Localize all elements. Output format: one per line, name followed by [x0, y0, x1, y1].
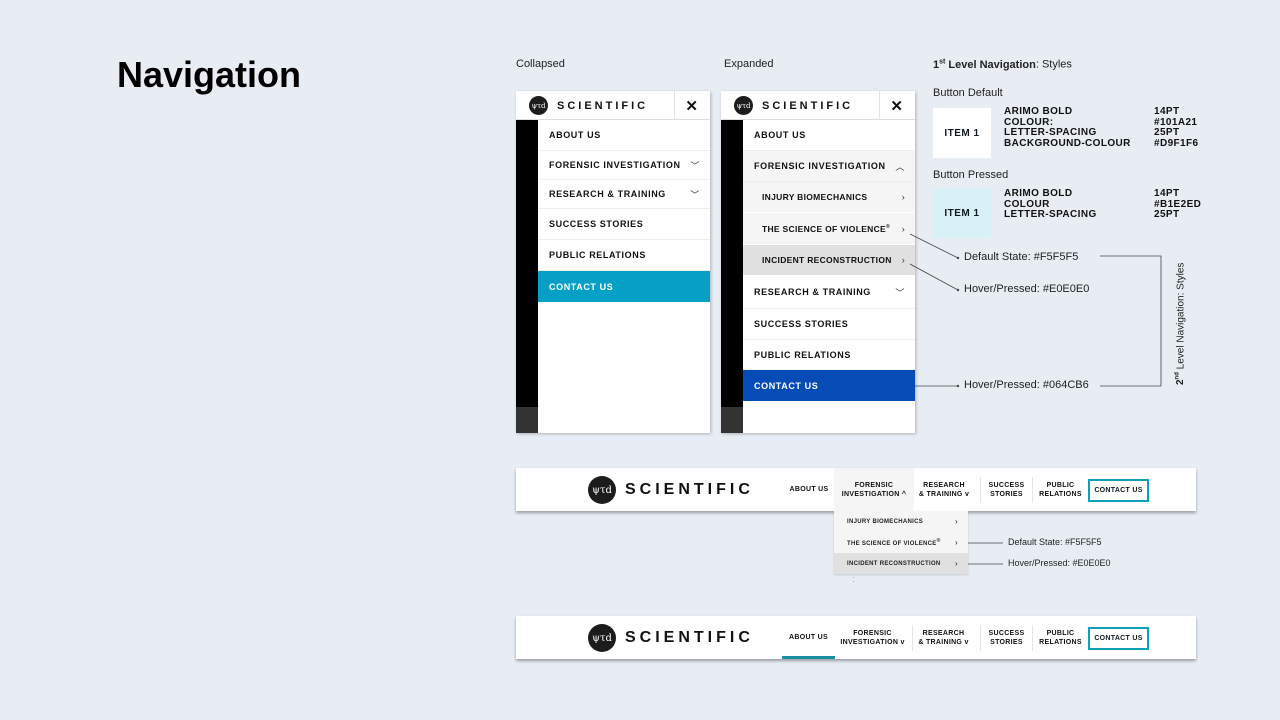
- annotation-lines: [909, 233, 1162, 565]
- annotation-default-state: Default State: #F5F5F5: [964, 251, 1079, 263]
- nav-research-training[interactable]: RESEARCH & TRAINING v: [914, 468, 974, 511]
- dropdown-item-injury-biomechanics[interactable]: INJURY BIOMECHANICS ›: [834, 511, 968, 532]
- annotation-hover-blue: Hover/Pressed: #064CB6: [964, 379, 1089, 391]
- annotation-hover-grey: Hover/Pressed: #E0E0E0: [964, 283, 1090, 295]
- chevron-down-icon: v: [964, 639, 969, 646]
- more-indicator: · ·: [852, 573, 855, 586]
- desktop-nav-about-active: ψτd SCIENTIFIC ABOUT US FORENSIC INVESTIG…: [516, 616, 1196, 659]
- dropdown-item-incident-reconstruction[interactable]: INCIDENT RECONSTRUCTION ›: [834, 553, 968, 574]
- brand-name: SCIENTIFIC: [625, 481, 754, 498]
- brand-logo[interactable]: ψτd SCIENTIFIC: [588, 624, 754, 652]
- dropdown-annotation-hover: Hover/Pressed: #E0E0E0: [1008, 558, 1111, 568]
- nav-forensic-investigation[interactable]: FORENSIC INVESTIGATION v: [835, 616, 910, 659]
- desktop-nav-forensic-open: ψτd SCIENTIFIC ABOUT US FORENSIC INVESTIG…: [516, 468, 1196, 511]
- chevron-up-icon: ^: [901, 490, 907, 498]
- logo-icon: ψτd: [588, 476, 616, 504]
- nav-public-relations[interactable]: PUBLIC RELATIONS: [1032, 477, 1088, 503]
- nav-success-stories[interactable]: SUCCESS STORIES: [980, 625, 1032, 651]
- chevron-right-icon: ›: [955, 517, 958, 526]
- dropdown-item-science-of-violence[interactable]: THE SCIENCE OF VIOLENCE® ›: [834, 532, 968, 553]
- nav-success-stories[interactable]: SUCCESS STORIES: [980, 477, 1032, 503]
- second-level-styles-label: 2nd Level Navigation: Styles: [1175, 262, 1187, 385]
- nav-about-us[interactable]: ABOUT US: [784, 468, 834, 511]
- brand-name: SCIENTIFIC: [625, 629, 754, 646]
- active-underline: [782, 656, 835, 659]
- nav-contact-us-button[interactable]: CONTACT US: [1088, 479, 1149, 502]
- nav-research-training[interactable]: RESEARCH & TRAINING v: [912, 625, 974, 651]
- chevron-right-icon: ›: [955, 559, 958, 568]
- nav-contact-us-button[interactable]: CONTACT US: [1088, 627, 1149, 650]
- dropdown-annotation-default: Default State: #F5F5F5: [1008, 537, 1102, 547]
- chevron-right-icon: ›: [955, 538, 958, 547]
- nav-about-us[interactable]: ABOUT US: [782, 616, 835, 659]
- nav-forensic-investigation[interactable]: FORENSIC INVESTIGATION ^: [834, 468, 914, 511]
- chevron-down-icon: v: [900, 638, 905, 646]
- forensic-dropdown: INJURY BIOMECHANICS › THE SCIENCE OF VIOL…: [834, 511, 968, 574]
- nav-public-relations[interactable]: PUBLIC RELATIONS: [1032, 625, 1088, 651]
- chevron-down-icon: v: [964, 490, 970, 498]
- logo-icon: ψτd: [588, 624, 616, 652]
- brand-logo[interactable]: ψτd SCIENTIFIC: [588, 476, 754, 504]
